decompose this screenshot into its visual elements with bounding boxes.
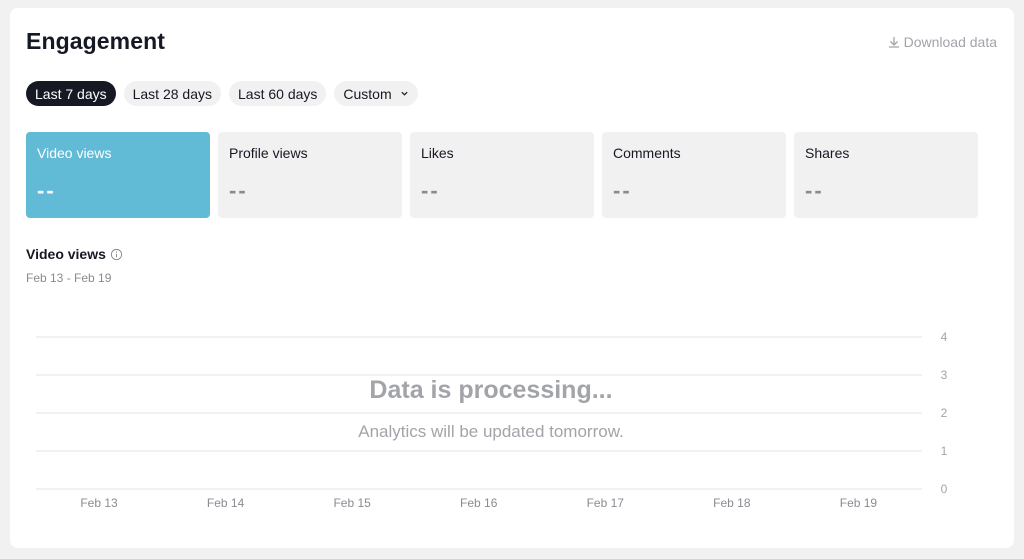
x-tick-label: Feb 19 (840, 496, 878, 510)
x-tick-label: Feb 17 (587, 496, 625, 510)
chevron-down-icon (401, 91, 408, 96)
chart-title: Video views (26, 246, 106, 262)
video-views-chart: 01234Feb 13 Feb 14 Feb 15 Feb 16 Feb 17 Feb 1… (36, 330, 948, 510)
metric-value: -- (421, 178, 440, 203)
metric-tile-comments[interactable]: Comments -- (602, 132, 786, 218)
range-last-60-days[interactable]: Last 60 days (229, 81, 327, 106)
range-last-28-days[interactable]: Last 28 days (123, 81, 221, 106)
range-label: Custom (343, 85, 392, 102)
chart-section-title: Video views (26, 246, 123, 262)
page-title: Engagement (26, 28, 166, 54)
metric-tile-likes[interactable]: Likes -- (410, 132, 594, 218)
processing-subtitle: Analytics will be updated tomorrow. (358, 422, 624, 441)
date-range-selector: Last 7 days Last 28 days Last 60 days Cu… (26, 81, 418, 106)
download-data-button[interactable]: Download data (888, 34, 997, 50)
metric-label: Shares (805, 145, 850, 161)
metric-label: Comments (613, 145, 681, 161)
metric-label: Video views (37, 145, 112, 161)
chart-date-range: Feb 13 - Feb 19 (26, 271, 112, 285)
metric-value: -- (613, 178, 632, 203)
range-custom-dropdown[interactable]: Custom (334, 81, 418, 106)
metric-label: Profile views (229, 145, 308, 161)
y-tick-label: 1 (941, 444, 948, 458)
info-icon[interactable] (110, 248, 123, 261)
range-last-7-days[interactable]: Last 7 days (26, 81, 116, 106)
metric-tile-shares[interactable]: Shares -- (794, 132, 978, 218)
y-tick-label: 2 (941, 406, 948, 420)
metric-value: -- (229, 178, 248, 203)
range-label: Last 7 days (35, 85, 107, 102)
metric-label: Likes (421, 145, 454, 161)
metric-tiles: Video views -- Profile views -- Likes --… (26, 132, 978, 218)
x-tick-label: Feb 18 (713, 496, 751, 510)
download-data-label: Download data (903, 34, 997, 50)
x-tick-label: Feb 13 (80, 496, 118, 510)
y-tick-label: 4 (941, 330, 948, 344)
range-label: Last 28 days (132, 85, 212, 102)
x-tick-label: Feb 16 (460, 496, 498, 510)
x-tick-label: Feb 15 (333, 496, 371, 510)
metric-value: -- (805, 178, 824, 203)
processing-title: Data is processing... (369, 376, 613, 404)
x-tick-label: Feb 14 (207, 496, 245, 510)
download-icon (888, 37, 899, 48)
range-label: Last 60 days (238, 85, 318, 102)
metric-tile-profile-views[interactable]: Profile views -- (218, 132, 402, 218)
metric-value: -- (37, 178, 56, 203)
metric-tile-video-views[interactable]: Video views -- (26, 132, 210, 218)
y-tick-label: 0 (941, 482, 948, 496)
